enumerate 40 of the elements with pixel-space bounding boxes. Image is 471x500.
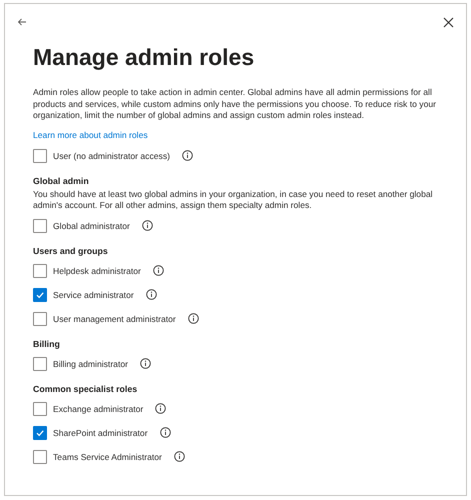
checkbox[interactable] bbox=[33, 426, 47, 440]
checkbox-label: User (no administrator access) bbox=[53, 150, 170, 160]
checkbox-label: Global administrator bbox=[53, 220, 130, 230]
close-icon bbox=[443, 16, 454, 28]
checkbox-label: Exchange administrator bbox=[53, 404, 144, 414]
checkbox[interactable] bbox=[33, 402, 47, 416]
checkbox[interactable] bbox=[33, 218, 47, 232]
checkbox-label: Teams Service Administrator bbox=[53, 452, 162, 462]
checkbox-label: User management administrator bbox=[53, 314, 176, 324]
checkbox[interactable] bbox=[33, 450, 47, 464]
section-heading: Users and groups bbox=[33, 246, 109, 256]
info-icon[interactable] bbox=[182, 150, 194, 161]
checkbox-label: Billing administrator bbox=[53, 358, 128, 368]
section-heading: Global admin bbox=[33, 176, 90, 186]
checkbox[interactable] bbox=[33, 288, 47, 302]
checkbox-label: SharePoint administrator bbox=[53, 428, 148, 438]
check-icon bbox=[35, 428, 45, 438]
checkbox[interactable] bbox=[33, 356, 47, 370]
info-icon[interactable] bbox=[174, 451, 185, 462]
section-heading: Billing bbox=[33, 338, 61, 348]
info-icon[interactable] bbox=[188, 313, 199, 324]
checkbox[interactable] bbox=[33, 312, 47, 326]
dialog-title: Manage admin roles bbox=[33, 44, 256, 71]
close-button[interactable] bbox=[441, 14, 456, 30]
checkbox-label: Helpdesk administrator bbox=[53, 266, 141, 276]
learn-more-link[interactable]: Learn more about admin roles bbox=[33, 130, 148, 140]
info-icon[interactable] bbox=[140, 358, 151, 369]
checkbox-label: Service administrator bbox=[53, 290, 134, 300]
section-description: You should have at least two global admins in your organization, in case you need to reset another global admin's account. For all other admins, assign them specialty admin roles. bbox=[33, 188, 434, 212]
info-icon[interactable] bbox=[160, 427, 171, 438]
info-icon[interactable] bbox=[152, 265, 164, 276]
info-icon[interactable] bbox=[142, 220, 153, 231]
back-arrow-icon bbox=[17, 17, 27, 27]
checkbox[interactable] bbox=[33, 264, 47, 278]
info-icon[interactable] bbox=[146, 289, 157, 300]
description: Admin roles allow people to take action in admin center. Global admins have all admin permissions for all products and services, while custom admins only have the permissions you choose. To reduce risk to your organization, limit the number of global admins and assign custom admin roles instead. bbox=[33, 87, 437, 122]
checkbox[interactable] bbox=[33, 148, 47, 162]
info-icon[interactable] bbox=[155, 403, 166, 414]
check-icon bbox=[35, 290, 45, 300]
section-heading: Common specialist roles bbox=[33, 384, 138, 394]
